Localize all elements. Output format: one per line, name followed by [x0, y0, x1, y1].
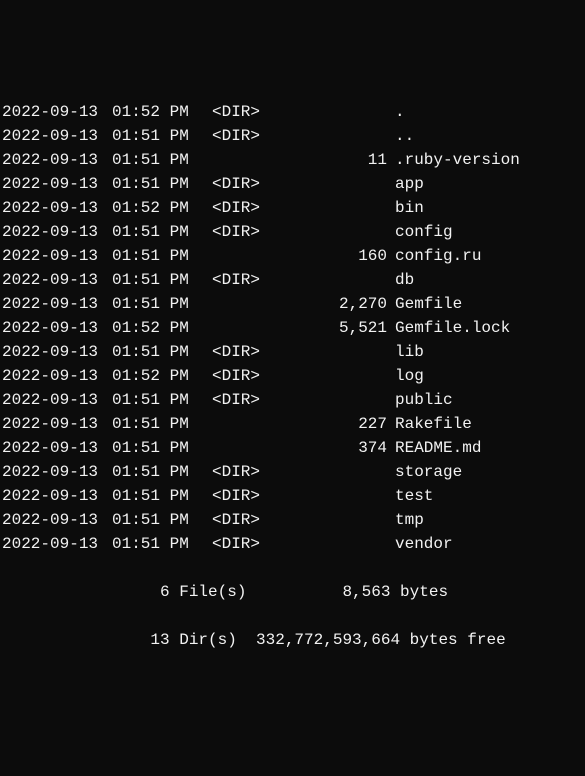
- entry-dir-marker: <DIR>: [212, 340, 287, 364]
- dir-entry: 2022-09-1301:51 PM<DIR> test: [2, 484, 583, 508]
- dir-entry: 2022-09-1301:51 PM 2,270Gemfile: [2, 292, 583, 316]
- entry-dir-marker: <DIR>: [212, 196, 287, 220]
- entry-time: 01:51 PM: [112, 340, 212, 364]
- entry-size: 227: [287, 412, 387, 436]
- entry-date: 2022-09-13: [2, 268, 112, 292]
- entry-date: 2022-09-13: [2, 172, 112, 196]
- entry-name: test: [387, 484, 433, 508]
- entry-size: 374: [287, 436, 387, 460]
- entry-time: 01:51 PM: [112, 436, 212, 460]
- entry-time: 01:52 PM: [112, 364, 212, 388]
- dir-entry: 2022-09-1301:51 PM 11.ruby-version: [2, 148, 583, 172]
- dir-entry: 2022-09-1301:51 PM<DIR> storage: [2, 460, 583, 484]
- dir-summary: 13 Dir(s) 332,772,593,664 bytes free: [2, 628, 583, 652]
- file-summary: 6 File(s) 8,563 bytes: [2, 580, 583, 604]
- dir-listing: 2022-09-1301:52 PM<DIR>.2022-09-1301:51 …: [2, 100, 583, 556]
- entry-dir-marker: <DIR>: [212, 532, 287, 556]
- entry-size: 160: [287, 244, 387, 268]
- entry-name: public: [387, 388, 453, 412]
- entry-name: tmp: [387, 508, 424, 532]
- entry-name: bin: [387, 196, 424, 220]
- entry-size: 11: [287, 148, 387, 172]
- dir-entry: 2022-09-1301:51 PM 227Rakefile: [2, 412, 583, 436]
- dir-entry: 2022-09-1301:52 PM 5,521Gemfile.lock: [2, 316, 583, 340]
- dir-entry: 2022-09-1301:52 PM<DIR>.: [2, 100, 583, 124]
- entry-date: 2022-09-13: [2, 388, 112, 412]
- entry-name: ..: [387, 124, 414, 148]
- entry-name: .: [387, 100, 405, 124]
- dir-entry: 2022-09-1301:51 PM<DIR>..: [2, 124, 583, 148]
- dir-entry: 2022-09-1301:51 PM<DIR> vendor: [2, 532, 583, 556]
- entry-name: .ruby-version: [387, 148, 520, 172]
- entry-dir-marker: <DIR>: [212, 508, 287, 532]
- entry-name: config: [387, 220, 453, 244]
- entry-name: lib: [387, 340, 424, 364]
- entry-name: Gemfile: [387, 292, 462, 316]
- entry-time: 01:51 PM: [112, 244, 212, 268]
- dir-entry: 2022-09-1301:52 PM<DIR> log: [2, 364, 583, 388]
- entry-date: 2022-09-13: [2, 196, 112, 220]
- entry-time: 01:51 PM: [112, 172, 212, 196]
- entry-date: 2022-09-13: [2, 244, 112, 268]
- entry-time: 01:51 PM: [112, 292, 212, 316]
- entry-name: app: [387, 172, 424, 196]
- entry-time: 01:52 PM: [112, 196, 212, 220]
- entry-date: 2022-09-13: [2, 340, 112, 364]
- entry-size: 5,521: [287, 316, 387, 340]
- entry-time: 01:52 PM: [112, 100, 212, 124]
- entry-name: vendor: [387, 532, 453, 556]
- entry-date: 2022-09-13: [2, 100, 112, 124]
- entry-dir-marker: <DIR>: [212, 364, 287, 388]
- entry-date: 2022-09-13: [2, 436, 112, 460]
- entry-size: 2,270: [287, 292, 387, 316]
- dir-entry: 2022-09-1301:51 PM 160config.ru: [2, 244, 583, 268]
- dir-entry: 2022-09-1301:51 PM<DIR> app: [2, 172, 583, 196]
- dir-entry: 2022-09-1301:51 PM<DIR> db: [2, 268, 583, 292]
- dir-entry: 2022-09-1301:51 PM<DIR> tmp: [2, 508, 583, 532]
- entry-name: config.ru: [387, 244, 481, 268]
- entry-time: 01:51 PM: [112, 508, 212, 532]
- entry-time: 01:51 PM: [112, 484, 212, 508]
- entry-date: 2022-09-13: [2, 508, 112, 532]
- entry-dir-marker: <DIR>: [212, 100, 287, 124]
- entry-time: 01:51 PM: [112, 460, 212, 484]
- entry-time: 01:51 PM: [112, 220, 212, 244]
- entry-date: 2022-09-13: [2, 484, 112, 508]
- entry-name: Gemfile.lock: [387, 316, 510, 340]
- entry-date: 2022-09-13: [2, 220, 112, 244]
- entry-date: 2022-09-13: [2, 316, 112, 340]
- entry-date: 2022-09-13: [2, 124, 112, 148]
- entry-time: 01:51 PM: [112, 268, 212, 292]
- entry-date: 2022-09-13: [2, 148, 112, 172]
- entry-date: 2022-09-13: [2, 412, 112, 436]
- entry-name: Rakefile: [387, 412, 472, 436]
- dir-entry: 2022-09-1301:51 PM<DIR> config: [2, 220, 583, 244]
- entry-time: 01:51 PM: [112, 412, 212, 436]
- dir-entry: 2022-09-1301:51 PM 374README.md: [2, 436, 583, 460]
- entry-time: 01:51 PM: [112, 148, 212, 172]
- entry-dir-marker: <DIR>: [212, 268, 287, 292]
- entry-date: 2022-09-13: [2, 532, 112, 556]
- entry-name: db: [387, 268, 414, 292]
- entry-name: storage: [387, 460, 462, 484]
- entry-dir-marker: <DIR>: [212, 220, 287, 244]
- entry-date: 2022-09-13: [2, 364, 112, 388]
- entry-date: 2022-09-13: [2, 292, 112, 316]
- entry-time: 01:51 PM: [112, 532, 212, 556]
- entry-dir-marker: <DIR>: [212, 124, 287, 148]
- entry-dir-marker: <DIR>: [212, 460, 287, 484]
- entry-dir-marker: <DIR>: [212, 172, 287, 196]
- entry-dir-marker: <DIR>: [212, 388, 287, 412]
- dir-entry: 2022-09-1301:51 PM<DIR> public: [2, 388, 583, 412]
- entry-date: 2022-09-13: [2, 460, 112, 484]
- entry-time: 01:52 PM: [112, 316, 212, 340]
- dir-entry: 2022-09-1301:51 PM<DIR> lib: [2, 340, 583, 364]
- entry-name: README.md: [387, 436, 481, 460]
- entry-dir-marker: <DIR>: [212, 484, 287, 508]
- entry-name: log: [387, 364, 424, 388]
- entry-time: 01:51 PM: [112, 388, 212, 412]
- entry-time: 01:51 PM: [112, 124, 212, 148]
- dir-entry: 2022-09-1301:52 PM<DIR> bin: [2, 196, 583, 220]
